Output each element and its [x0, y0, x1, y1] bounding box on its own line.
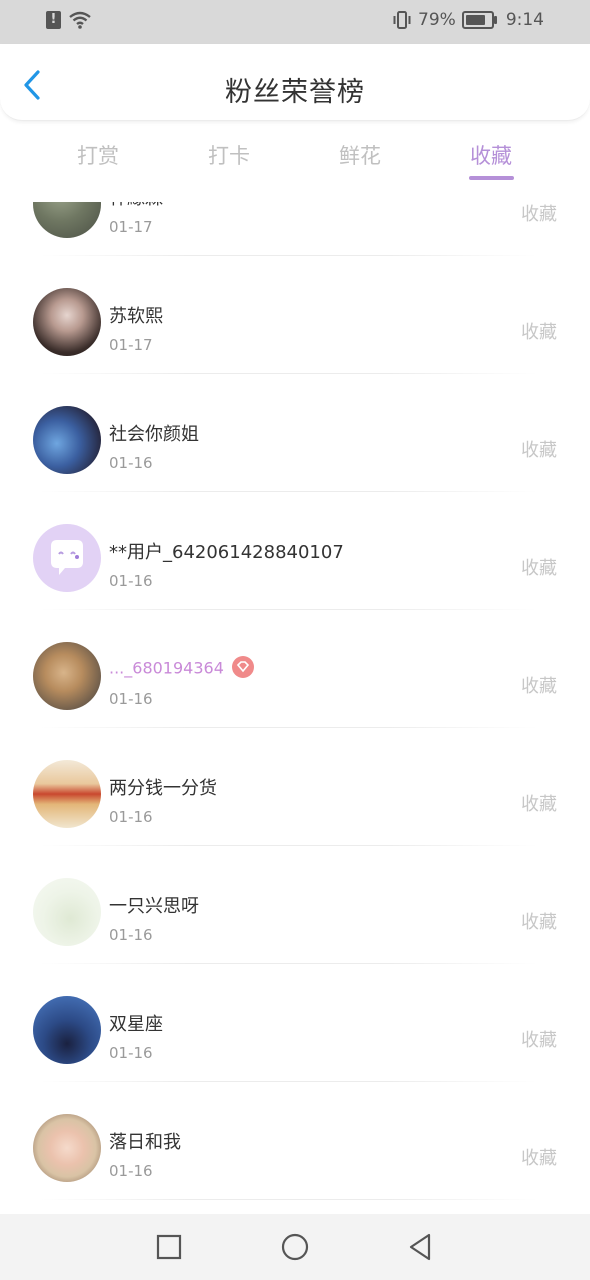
date-label: 01-16	[109, 1044, 153, 1062]
fan-list-content: 杯緣森 01-17 收藏 苏软熙 01-17 收藏 社会你颜姐 01-16 收藏	[0, 202, 590, 1200]
tab-checkin[interactable]: 打卡	[189, 140, 269, 170]
user-name: **用户_642061428840107	[109, 542, 344, 563]
tab-bar: 打赏 打卡 鲜花 收藏	[0, 130, 590, 190]
list-item[interactable]: 落日和我 01-16 收藏	[0, 1082, 590, 1200]
fan-list: 杯緣森 01-17 收藏 苏软熙 01-17 收藏 社会你颜姐 01-16 收藏	[0, 202, 590, 1212]
vip-diamond-icon	[231, 656, 254, 678]
avatar[interactable]	[33, 996, 101, 1064]
list-item[interactable]: 社会你颜姐 01-16 收藏	[0, 374, 590, 492]
status-left: !	[46, 11, 91, 29]
date-label: 01-16	[109, 808, 153, 826]
user-name: 杯緣森	[109, 202, 163, 210]
status-bar: ! 79% 9:14	[0, 0, 590, 44]
favorite-label: 收藏	[521, 676, 557, 697]
list-item[interactable]: 双星座 01-16 收藏	[0, 964, 590, 1082]
user-name: 社会你颜姐	[109, 424, 199, 445]
user-name: ..._680194364	[109, 656, 254, 680]
date-label: 01-16	[109, 572, 153, 590]
avatar[interactable]	[33, 288, 101, 356]
user-name: 落日和我	[109, 1132, 181, 1153]
date-label: 01-17	[109, 218, 153, 236]
battery-percent: 79%	[418, 10, 456, 30]
user-name: 苏软熙	[109, 306, 163, 327]
page-title: 粉丝荣誉榜	[225, 77, 365, 108]
avatar[interactable]	[33, 1114, 101, 1182]
favorite-label: 收藏	[521, 794, 557, 815]
status-right: 79% 9:14	[392, 10, 544, 30]
avatar[interactable]	[33, 202, 101, 238]
circle-icon[interactable]	[280, 1232, 310, 1262]
list-item[interactable]: ..._680194364 01-16 收藏	[0, 610, 590, 728]
user-name: 双星座	[109, 1014, 163, 1035]
date-label: 01-16	[109, 454, 153, 472]
clock: 9:14	[505, 10, 544, 30]
list-item[interactable]: 两分钱一分货 01-16 收藏	[0, 728, 590, 846]
list-item[interactable]: 苏软熙 01-17 收藏	[0, 256, 590, 374]
battery-icon	[461, 11, 497, 29]
user-name: 一只兴思呀	[109, 896, 199, 917]
vibrate-icon	[393, 11, 411, 29]
back-triangle-icon[interactable]	[405, 1232, 435, 1262]
wifi-icon	[69, 11, 91, 29]
favorite-label: 收藏	[521, 440, 557, 461]
favorite-label: 收藏	[521, 1030, 557, 1051]
system-nav-bar	[0, 1214, 590, 1280]
tab-reward[interactable]: 打赏	[58, 140, 138, 170]
favorite-label: 收藏	[521, 322, 557, 343]
favorite-label: 收藏	[521, 912, 557, 933]
avatar[interactable]	[33, 406, 101, 474]
date-label: 01-16	[109, 690, 153, 708]
tab-favorites[interactable]: 收藏	[451, 140, 531, 170]
date-label: 01-16	[109, 1162, 153, 1180]
list-item[interactable]: **用户_642061428840107 01-16 收藏	[0, 492, 590, 610]
avatar[interactable]	[33, 878, 101, 946]
sim-alert-icon: !	[46, 11, 61, 29]
user-name: 两分钱一分货	[109, 778, 217, 799]
avatar[interactable]	[33, 642, 101, 710]
user-name-text: ..._680194364	[109, 658, 224, 678]
favorite-label: 收藏	[521, 1148, 557, 1169]
list-item[interactable]: 一只兴思呀 01-16 收藏	[0, 846, 590, 964]
active-tab-indicator	[469, 176, 514, 180]
avatar[interactable]	[33, 760, 101, 828]
favorite-label: 收藏	[521, 558, 557, 579]
header: 粉丝荣誉榜	[0, 44, 590, 121]
tab-flowers[interactable]: 鲜花	[320, 140, 400, 170]
chat-bubble-icon	[51, 540, 83, 575]
date-label: 01-17	[109, 336, 153, 354]
default-chat-avatar[interactable]	[33, 524, 101, 592]
square-icon[interactable]	[154, 1232, 184, 1262]
favorite-label: 收藏	[521, 204, 557, 225]
list-item[interactable]: 杯緣森 01-17 收藏	[0, 202, 590, 256]
date-label: 01-16	[109, 926, 153, 944]
battery-fill	[465, 15, 485, 25]
